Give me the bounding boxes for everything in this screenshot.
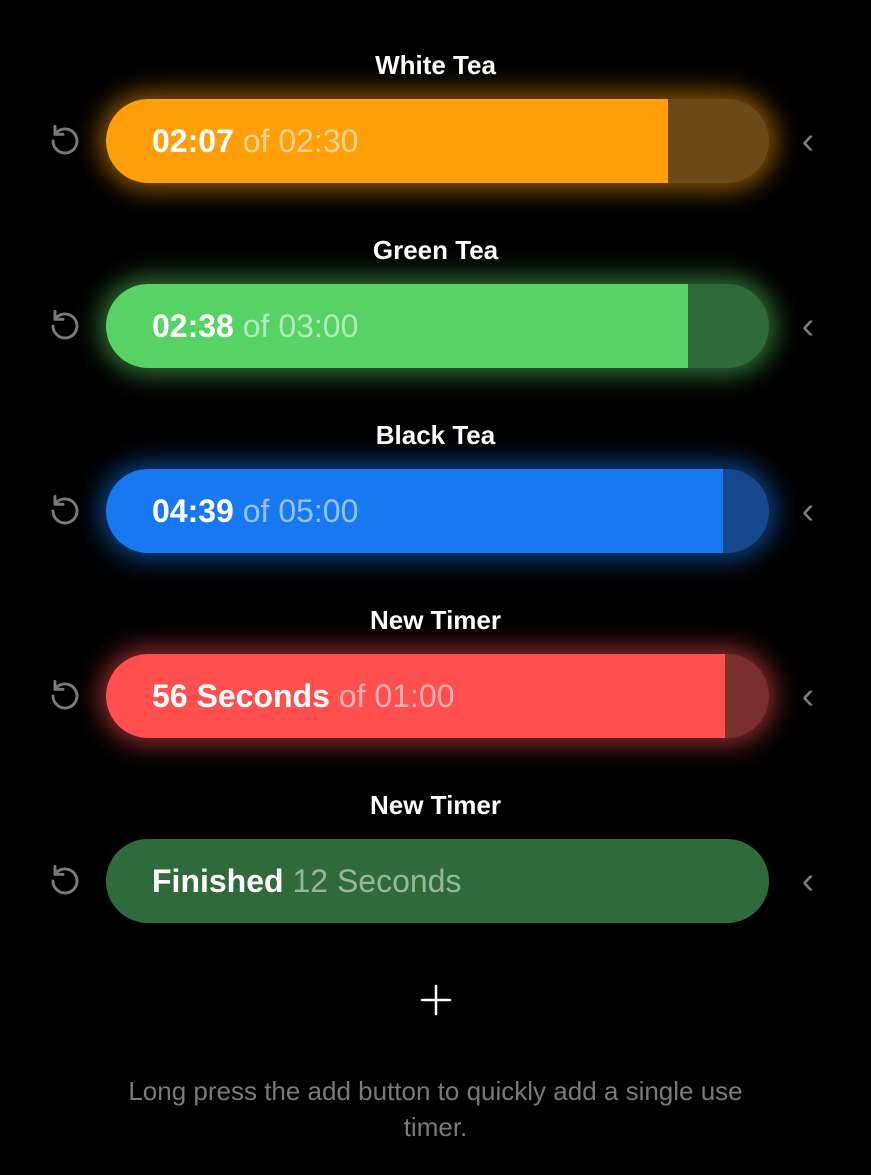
timer-controls: 02:07 of 02:30 ‹ [0, 99, 871, 183]
timer-progress-track: 56 Seconds of 01:00 [106, 654, 769, 738]
timer-time-text: 04:39 of 05:00 [106, 493, 358, 530]
timer-time-primary: 04:39 [152, 493, 234, 529]
timer-controls: Finished 12 Seconds ‹ [0, 839, 871, 923]
chevron-left-icon[interactable]: ‹ [793, 677, 823, 715]
timer-title: New Timer [370, 605, 501, 636]
chevron-left-icon[interactable]: ‹ [793, 122, 823, 160]
timer-time-secondary: 12 Seconds [292, 863, 461, 899]
timer-time-text: 56 Seconds of 01:00 [106, 678, 454, 715]
timer-pill[interactable]: 04:39 of 05:00 [106, 469, 769, 553]
timer-controls: 02:38 of 03:00 ‹ [0, 284, 871, 368]
timer-time-secondary: of 01:00 [339, 678, 455, 714]
restart-icon[interactable] [48, 864, 82, 898]
restart-icon[interactable] [48, 124, 82, 158]
timer-pill[interactable]: Finished 12 Seconds [106, 839, 769, 923]
timer-row: Black Tea 04:39 of 05:00 ‹ [0, 420, 871, 553]
timer-progress-track: 02:38 of 03:00 [106, 284, 769, 368]
timer-time-primary: 56 Seconds [152, 678, 330, 714]
timer-progress-track: 02:07 of 02:30 [106, 99, 769, 183]
timer-title: Green Tea [373, 235, 498, 266]
timer-title: White Tea [375, 50, 496, 81]
timer-progress-track: 04:39 of 05:00 [106, 469, 769, 553]
restart-icon[interactable] [48, 679, 82, 713]
timer-pill[interactable]: 02:38 of 03:00 [106, 284, 769, 368]
restart-icon[interactable] [48, 494, 82, 528]
timer-row: New Timer Finished 12 Seconds ‹ [0, 790, 871, 923]
timer-title: Black Tea [376, 420, 495, 451]
timer-row: White Tea 02:07 of 02:30 ‹ [0, 50, 871, 183]
chevron-left-icon[interactable]: ‹ [793, 492, 823, 530]
timer-time-primary: 02:38 [152, 308, 234, 344]
restart-icon[interactable] [48, 309, 82, 343]
add-timer-button[interactable] [411, 975, 461, 1025]
timer-time-text: 02:38 of 03:00 [106, 308, 358, 345]
timer-time-primary: Finished [152, 863, 284, 899]
timer-time-primary: 02:07 [152, 123, 234, 159]
timer-time-text: Finished 12 Seconds [106, 863, 461, 900]
timer-title: New Timer [370, 790, 501, 821]
timer-controls: 04:39 of 05:00 ‹ [0, 469, 871, 553]
timer-time-secondary: of 03:00 [243, 308, 359, 344]
chevron-left-icon[interactable]: ‹ [793, 307, 823, 345]
timer-progress-track: Finished 12 Seconds [106, 839, 769, 923]
timer-time-secondary: of 02:30 [243, 123, 359, 159]
chevron-left-icon[interactable]: ‹ [793, 862, 823, 900]
timer-time-secondary: of 05:00 [243, 493, 359, 529]
hint-text: Long press the add button to quickly add… [116, 1073, 756, 1146]
timer-row: New Timer 56 Seconds of 01:00 ‹ [0, 605, 871, 738]
timer-controls: 56 Seconds of 01:00 ‹ [0, 654, 871, 738]
timer-row: Green Tea 02:38 of 03:00 ‹ [0, 235, 871, 368]
timer-pill[interactable]: 56 Seconds of 01:00 [106, 654, 769, 738]
timer-pill[interactable]: 02:07 of 02:30 [106, 99, 769, 183]
timer-time-text: 02:07 of 02:30 [106, 123, 358, 160]
